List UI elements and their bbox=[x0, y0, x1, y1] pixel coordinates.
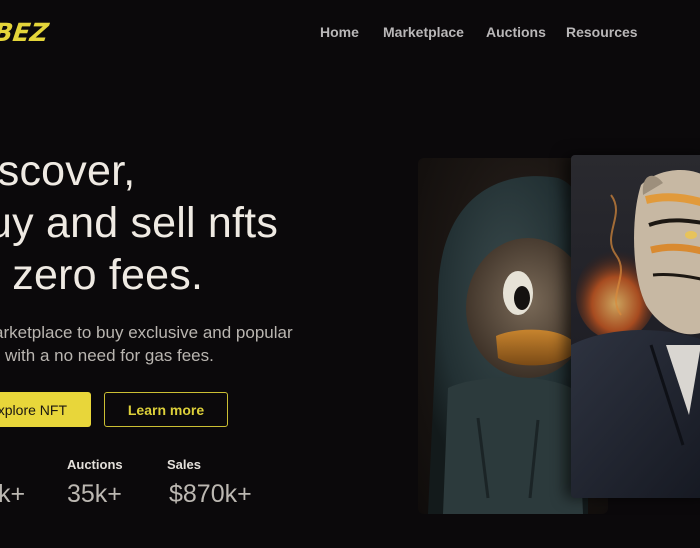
nav-auctions[interactable]: Auctions bbox=[486, 24, 546, 40]
learn-more-button[interactable]: Learn more bbox=[104, 392, 228, 427]
hero-subtitle-line: arketplace to buy exclusive and popular bbox=[0, 323, 293, 342]
hero-title: iscover, uy and sell nfts t zero fees. bbox=[0, 145, 278, 301]
hero-title-line: uy and sell nfts bbox=[0, 199, 279, 247]
nav-marketplace[interactable]: Marketplace bbox=[383, 24, 464, 40]
hero-subtitle-line: with a no need for gas fees. bbox=[5, 346, 214, 365]
explore-nft-button[interactable]: xplore NFT bbox=[0, 392, 91, 427]
nav-home[interactable]: Home bbox=[320, 24, 359, 40]
hero-subtitle: arketplace to buy exclusive and popular … bbox=[0, 321, 293, 367]
stat-value: 35k+ bbox=[67, 480, 122, 508]
tiger-in-suit-art-icon bbox=[571, 170, 700, 498]
stat-value: $870k+ bbox=[169, 480, 252, 508]
nft-card-front[interactable] bbox=[571, 155, 700, 498]
hero-title-line: t zero fees. bbox=[0, 251, 204, 299]
stat-label: Auctions bbox=[67, 457, 123, 472]
hero-title-line: iscover, bbox=[0, 147, 136, 195]
brand-logo[interactable]: BEZ bbox=[0, 18, 50, 47]
stat-label: Sales bbox=[167, 457, 201, 472]
nav-resources[interactable]: Resources bbox=[566, 24, 638, 40]
stat-value: k+ bbox=[0, 480, 26, 508]
